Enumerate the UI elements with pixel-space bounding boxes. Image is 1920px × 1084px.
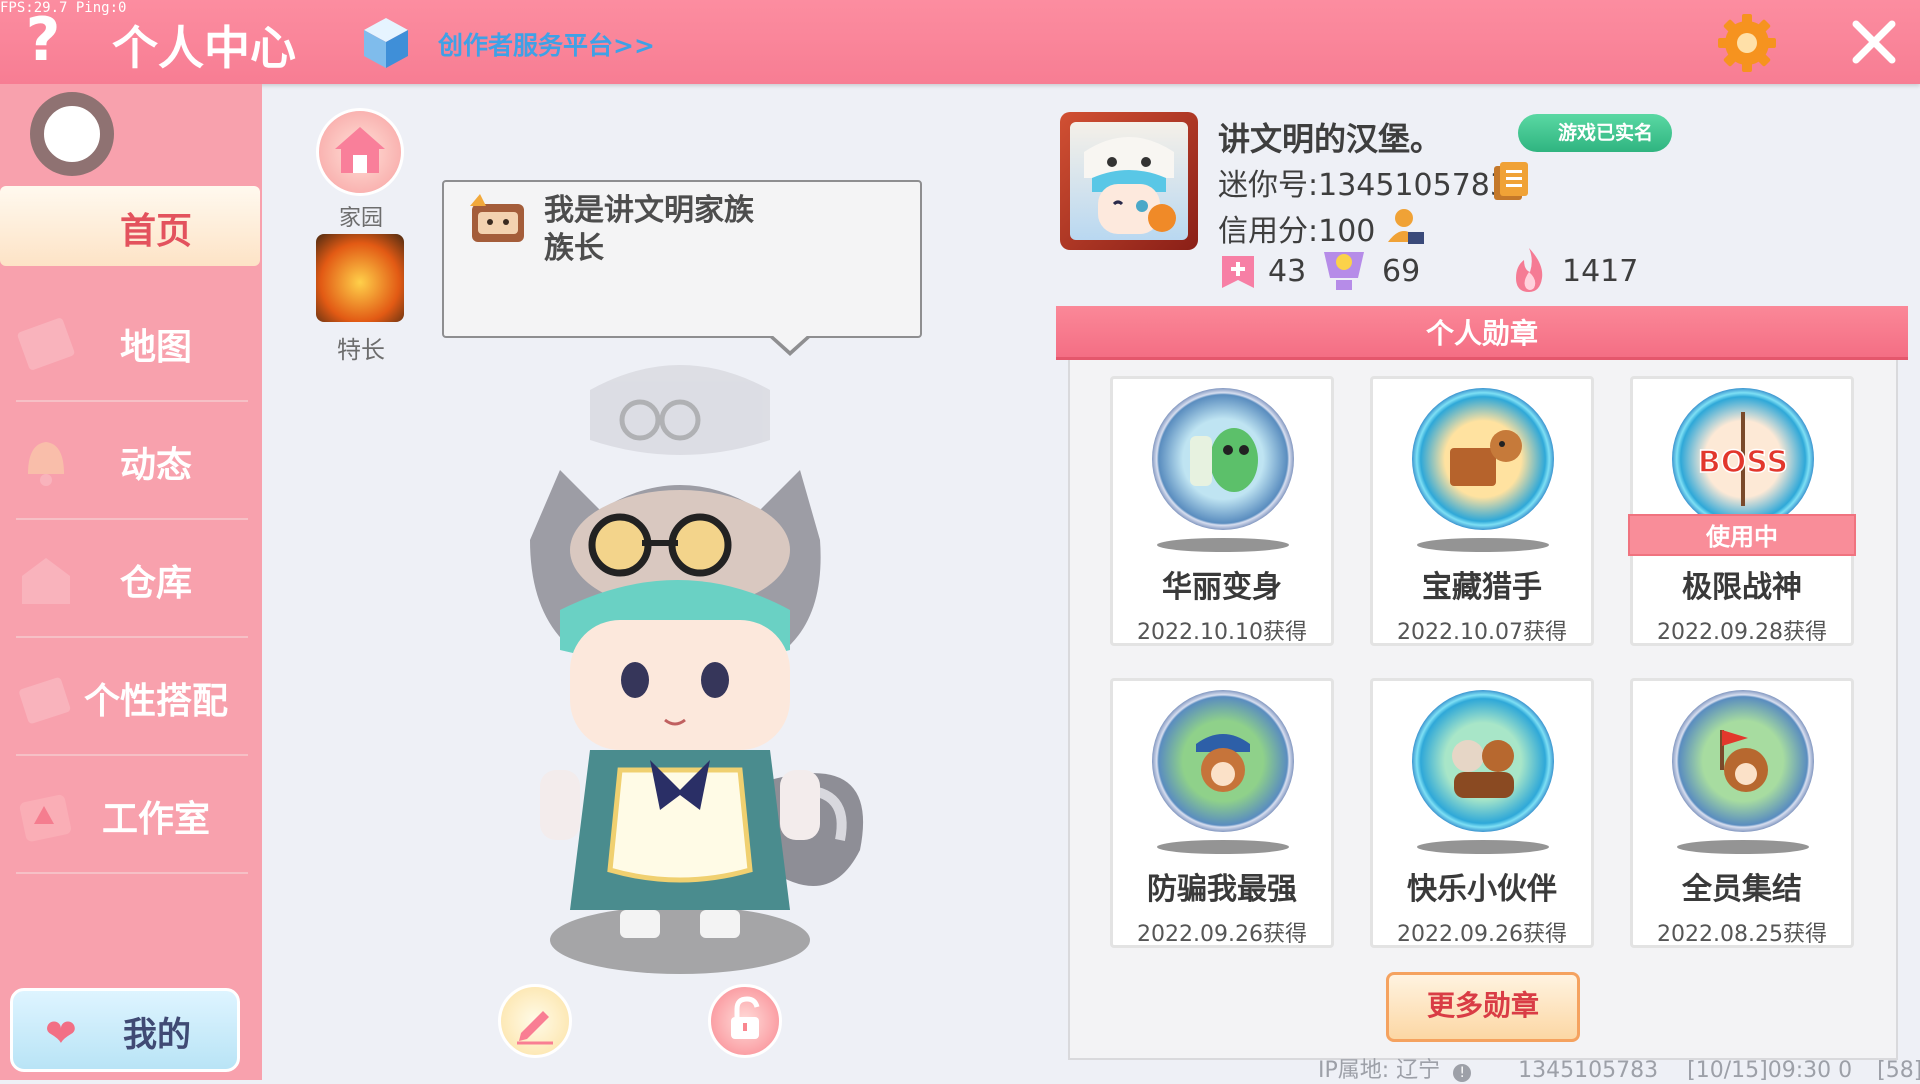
- family-badge-icon: [470, 194, 524, 242]
- footer-id: 1345105783: [1518, 1058, 1659, 1083]
- badge-date: 2022.09.28获得: [1657, 620, 1827, 645]
- sidebar-item-label: 首页: [119, 211, 192, 252]
- badge-name: 华丽变身: [1162, 570, 1282, 605]
- divider: [16, 636, 248, 638]
- homeland-button[interactable]: [316, 108, 404, 196]
- unlock-button[interactable]: [708, 984, 782, 1058]
- heart-icon: ❤: [45, 1011, 77, 1055]
- stat-trophy-value: 69: [1382, 254, 1421, 289]
- mine-label: 我的: [123, 1015, 191, 1055]
- police-badge-icon: [1152, 690, 1294, 832]
- verified-badge: 游戏已实名: [1518, 114, 1672, 152]
- pencil-icon: [517, 1011, 553, 1045]
- mine-button[interactable]: ❤ 我的: [10, 988, 240, 1072]
- trophy-icon: [1324, 252, 1364, 290]
- speech-bubble-tail-inner: [771, 334, 809, 351]
- cube-icon[interactable]: [362, 16, 410, 70]
- stat-fire-value: 1417: [1562, 254, 1639, 289]
- skill-label: 特长: [337, 336, 385, 364]
- badge-name: 全员集结: [1682, 872, 1802, 907]
- sidebar-item-outfit[interactable]: 个性搭配: [0, 644, 260, 756]
- divider: [16, 400, 248, 402]
- footer-info: IP属地: 辽宁 ! 1345105783 [10/15]09:30 0 [58…: [1318, 1052, 1920, 1084]
- sidebar-item-home[interactable]: 首页: [0, 186, 260, 266]
- bubble-text: 我是讲文明家族 族长: [544, 192, 884, 268]
- sidebar-item-feed[interactable]: 动态: [0, 408, 260, 520]
- footer-time: [10/15]09:30 0: [1687, 1058, 1853, 1083]
- boss-badge-icon: BOSS: [1672, 388, 1814, 530]
- sidebar-item-map[interactable]: 地图: [0, 290, 260, 402]
- badge-date: 2022.10.10获得: [1137, 620, 1307, 645]
- plus-badge-icon: [1222, 256, 1254, 288]
- friends-badge-icon: [1412, 690, 1554, 832]
- player-character[interactable]: [470, 350, 890, 990]
- sidebar-item-label: 仓库: [119, 563, 192, 604]
- bubble-text-line: 族长: [544, 231, 604, 266]
- badge-date: 2022.09.26获得: [1137, 922, 1307, 947]
- badge-shadow: [1157, 538, 1289, 552]
- badge-date: 2022.08.25获得: [1657, 922, 1827, 947]
- avatar[interactable]: [30, 92, 114, 176]
- mini-id: 迷你号:1345105783: [1218, 168, 1509, 203]
- sidebar-item-label: 个性搭配: [83, 681, 228, 722]
- sidebar-item-warehouse[interactable]: 仓库: [0, 526, 260, 638]
- close-icon[interactable]: [1846, 14, 1902, 70]
- footer-version: [58]1.19.0: [1877, 1058, 1920, 1083]
- copy-icon[interactable]: [1492, 162, 1530, 202]
- badge-shadow: [1417, 538, 1549, 552]
- house-icon: [335, 127, 385, 173]
- info-icon[interactable]: !: [1453, 1064, 1472, 1082]
- avatar-portrait-icon: [1084, 137, 1176, 234]
- badge-shadow: [1157, 840, 1289, 854]
- badge-date: 2022.09.26获得: [1397, 922, 1567, 947]
- more-badges-button[interactable]: 更多勋章: [1386, 972, 1580, 1042]
- sidebar-item-label: 工作室: [101, 799, 210, 840]
- help-button[interactable]: ?: [18, 8, 68, 72]
- dinosaur-badge-icon: [1152, 388, 1294, 530]
- divider: [16, 754, 248, 756]
- boss-text: BOSS: [1698, 445, 1788, 480]
- badge-shadow: [1417, 840, 1549, 854]
- badge-shadow: [1677, 840, 1809, 854]
- user-credit-icon[interactable]: [1386, 206, 1426, 246]
- divider: [16, 518, 248, 520]
- badge-date: 2022.10.07获得: [1397, 620, 1567, 645]
- homeland-label: 家园: [338, 206, 383, 231]
- credit-score: 信用分:100: [1218, 214, 1376, 249]
- sidebar-item-studio[interactable]: 工作室: [0, 762, 260, 874]
- badge-name: 快乐小伙伴: [1407, 872, 1557, 907]
- edit-button[interactable]: [498, 984, 572, 1058]
- sidebar-item-label: 地图: [119, 327, 192, 368]
- stat-plus-value: 43: [1268, 254, 1307, 289]
- treasure-badge-icon: [1412, 388, 1554, 530]
- in-use-tag: 使用中: [1628, 514, 1856, 556]
- profile-avatar[interactable]: [1070, 122, 1188, 240]
- badge-name: 宝藏猎手: [1422, 570, 1542, 605]
- badge-name: 极限战神: [1682, 570, 1802, 605]
- badge-panel-title: 个人勋章: [1425, 317, 1538, 350]
- page-title: 个人中心: [112, 21, 296, 75]
- nickname: 讲文明的汉堡。: [1218, 120, 1443, 158]
- gear-icon[interactable]: [1716, 12, 1778, 74]
- rally-badge-icon: [1672, 690, 1814, 832]
- creator-platform-link[interactable]: 创作者服务平台>>: [438, 26, 655, 62]
- ip-location: IP属地: 辽宁: [1318, 1058, 1441, 1083]
- divider: [16, 872, 248, 874]
- skill-hammer-icon[interactable]: [316, 234, 404, 322]
- unlock-icon: [731, 996, 760, 1039]
- fire-icon: [1516, 248, 1543, 292]
- badge-name: 防骗我最强: [1147, 872, 1297, 907]
- sidebar-item-label: 动态: [119, 445, 192, 486]
- bubble-text-line: 我是讲文明家族: [544, 193, 754, 228]
